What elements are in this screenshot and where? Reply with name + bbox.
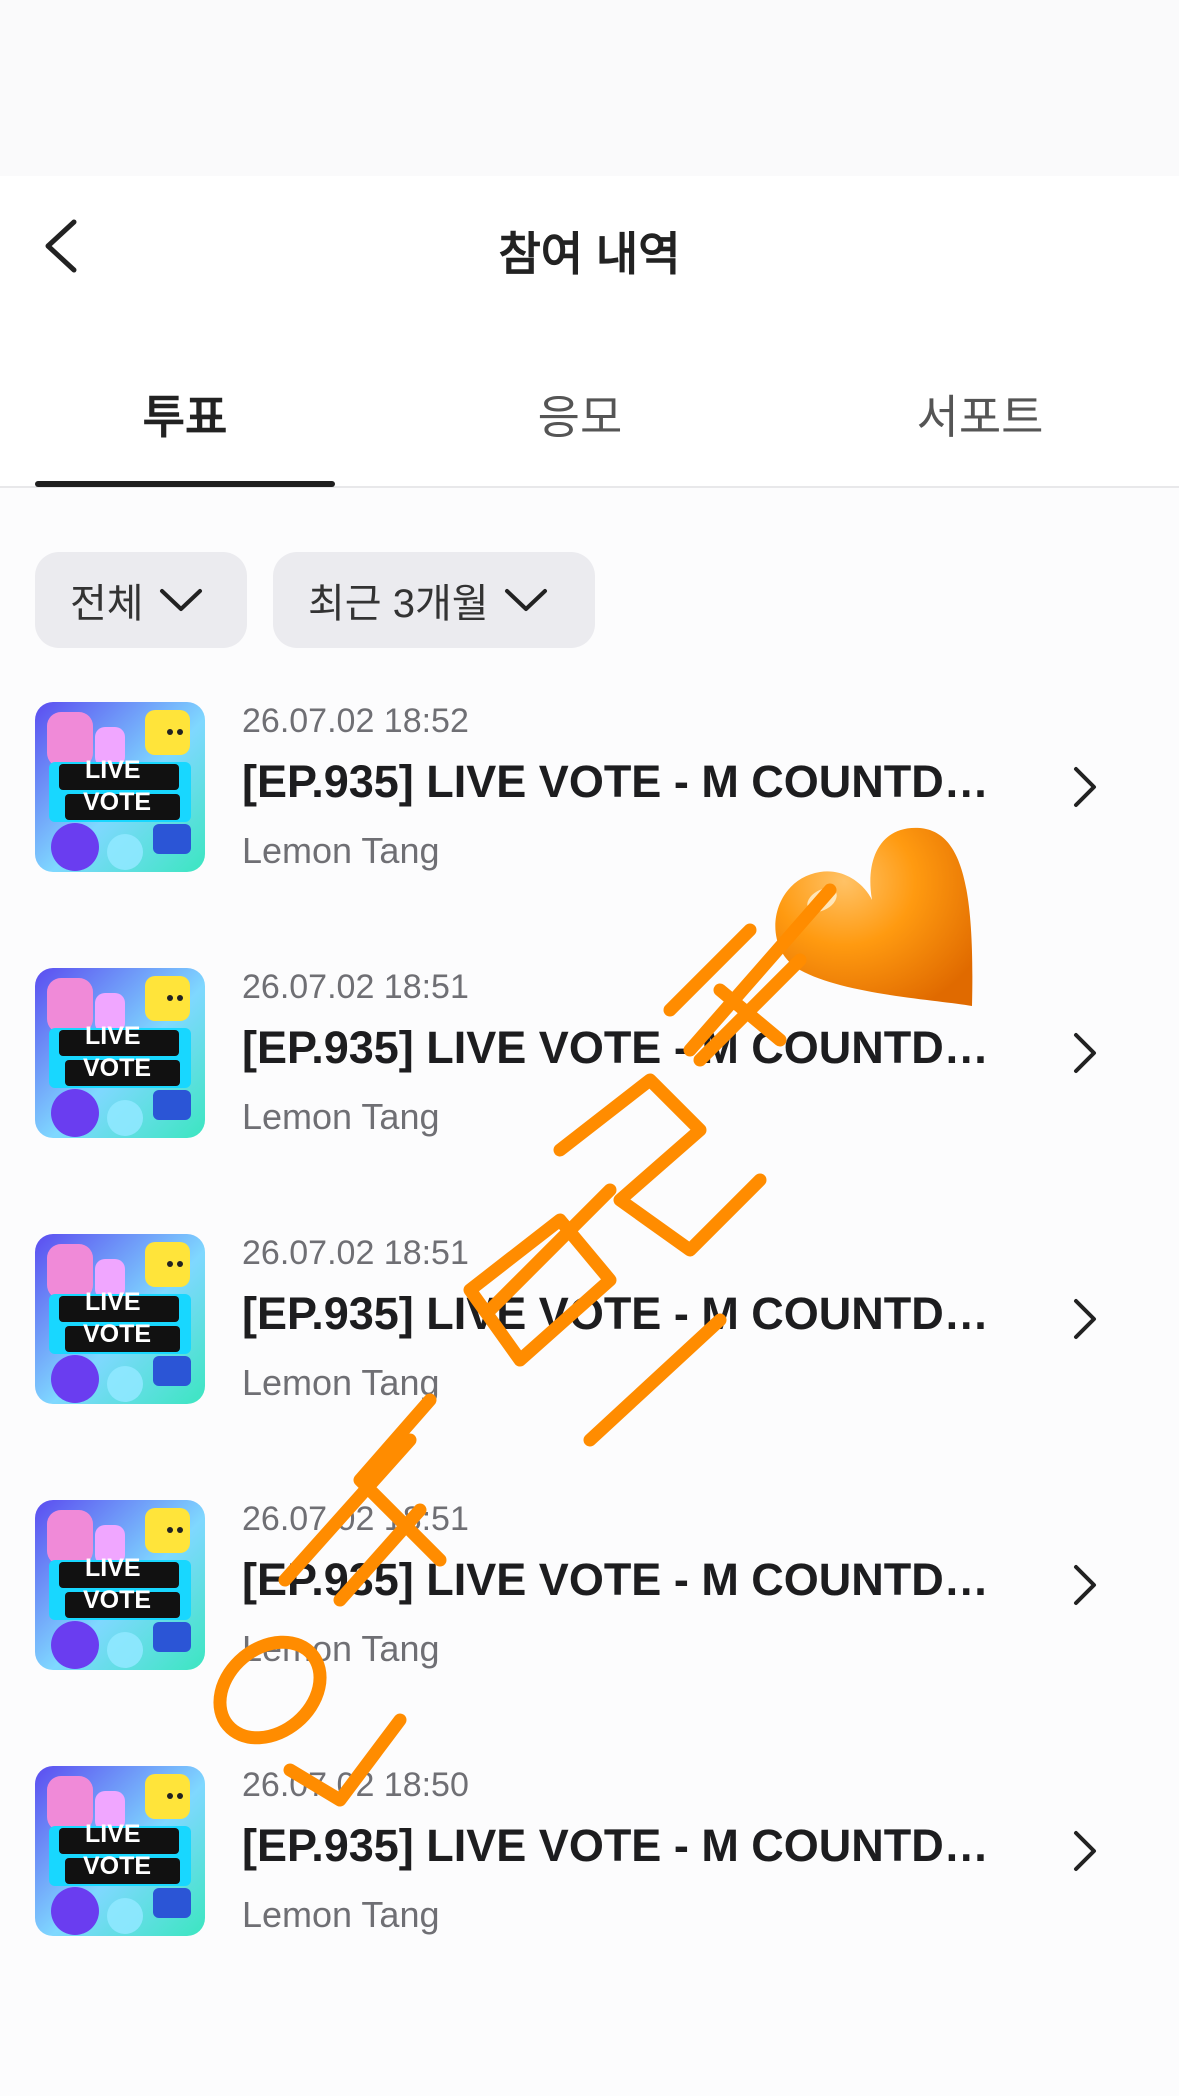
active-tab-indicator — [35, 481, 335, 487]
chevron-right-icon — [1074, 767, 1096, 807]
item-title: [EP.935] LIVE VOTE - M COUNTDOWN — [242, 1288, 1012, 1339]
tab-bar: 투표 응모 서포트 — [0, 311, 1179, 488]
chevron-right-icon — [1074, 1831, 1096, 1871]
chevron-down-icon — [159, 589, 202, 611]
item-author: Lemon Tang — [242, 1096, 440, 1137]
chevron-right-icon — [1074, 1565, 1096, 1605]
thumbnail-text-live: LIVE — [85, 756, 141, 784]
item-author: Lemon Tang — [242, 830, 440, 871]
chevron-right-icon — [1074, 1033, 1096, 1073]
tab-support[interactable]: 서포트 — [830, 381, 1130, 447]
item-author: Lemon Tang — [242, 1894, 440, 1935]
status-bar — [0, 0, 1179, 176]
list-item[interactable]: LIVE VOTE 26.07.02 18:51 [EP.935] LIVE V… — [0, 1232, 1179, 1412]
chevron-right-icon — [1074, 1299, 1096, 1339]
period-filter-dropdown[interactable]: 최근 3개월 — [273, 552, 595, 648]
page-title: 참여 내역 — [498, 228, 681, 280]
item-date: 26.07.02 18:51 — [242, 1234, 469, 1272]
thumbnail-text-vote: VOTE — [83, 788, 152, 816]
item-author: Lemon Tang — [242, 1628, 440, 1669]
item-title: [EP.935] LIVE VOTE - M COUNTDOWN — [242, 756, 1012, 807]
thumbnail-text-live: LIVE — [85, 1820, 141, 1848]
item-date: 26.07.02 18:51 — [242, 1500, 469, 1538]
thumbnail-text-live: LIVE — [85, 1022, 141, 1050]
tab-entry[interactable]: 응모 — [430, 381, 730, 447]
item-date: 26.07.02 18:51 — [242, 968, 469, 1006]
vote-thumbnail: LIVE VOTE — [35, 1234, 205, 1404]
item-author: Lemon Tang — [242, 1362, 440, 1403]
category-filter-label: 전체 — [70, 582, 144, 626]
tab-vote[interactable]: 투표 — [35, 381, 335, 447]
list-item[interactable]: LIVE VOTE 26.07.02 18:50 [EP.935] LIVE V… — [0, 1764, 1179, 1944]
list-item[interactable]: LIVE VOTE 26.07.02 18:52 [EP.935] LIVE V… — [0, 700, 1179, 880]
item-title: [EP.935] LIVE VOTE - M COUNTDOWN — [242, 1022, 1012, 1073]
vote-thumbnail: LIVE VOTE — [35, 1766, 205, 1936]
vote-thumbnail: LIVE VOTE — [35, 968, 205, 1138]
thumbnail-text-vote: VOTE — [83, 1586, 152, 1614]
period-filter-label: 최근 3개월 — [308, 582, 489, 626]
thumbnail-text-vote: VOTE — [83, 1054, 152, 1082]
item-date: 26.07.02 18:50 — [242, 1766, 469, 1804]
header: 참여 내역 — [0, 176, 1179, 311]
item-date: 26.07.02 18:52 — [242, 702, 469, 740]
vote-thumbnail: LIVE VOTE — [35, 702, 205, 872]
thumbnail-text-vote: VOTE — [83, 1852, 152, 1880]
item-title: [EP.935] LIVE VOTE - M COUNTDOWN — [242, 1820, 1012, 1871]
thumbnail-text-live: LIVE — [85, 1288, 141, 1316]
item-title: [EP.935] LIVE VOTE - M COUNTDOWN — [242, 1554, 1012, 1605]
list-item[interactable]: LIVE VOTE 26.07.02 18:51 [EP.935] LIVE V… — [0, 966, 1179, 1146]
thumbnail-text-vote: VOTE — [83, 1320, 152, 1348]
list-item[interactable]: LIVE VOTE 26.07.02 18:51 [EP.935] LIVE V… — [0, 1498, 1179, 1678]
thumbnail-text-live: LIVE — [85, 1554, 141, 1582]
category-filter-dropdown[interactable]: 전체 — [35, 552, 247, 648]
vote-thumbnail: LIVE VOTE — [35, 1500, 205, 1670]
chevron-down-icon — [504, 589, 547, 611]
